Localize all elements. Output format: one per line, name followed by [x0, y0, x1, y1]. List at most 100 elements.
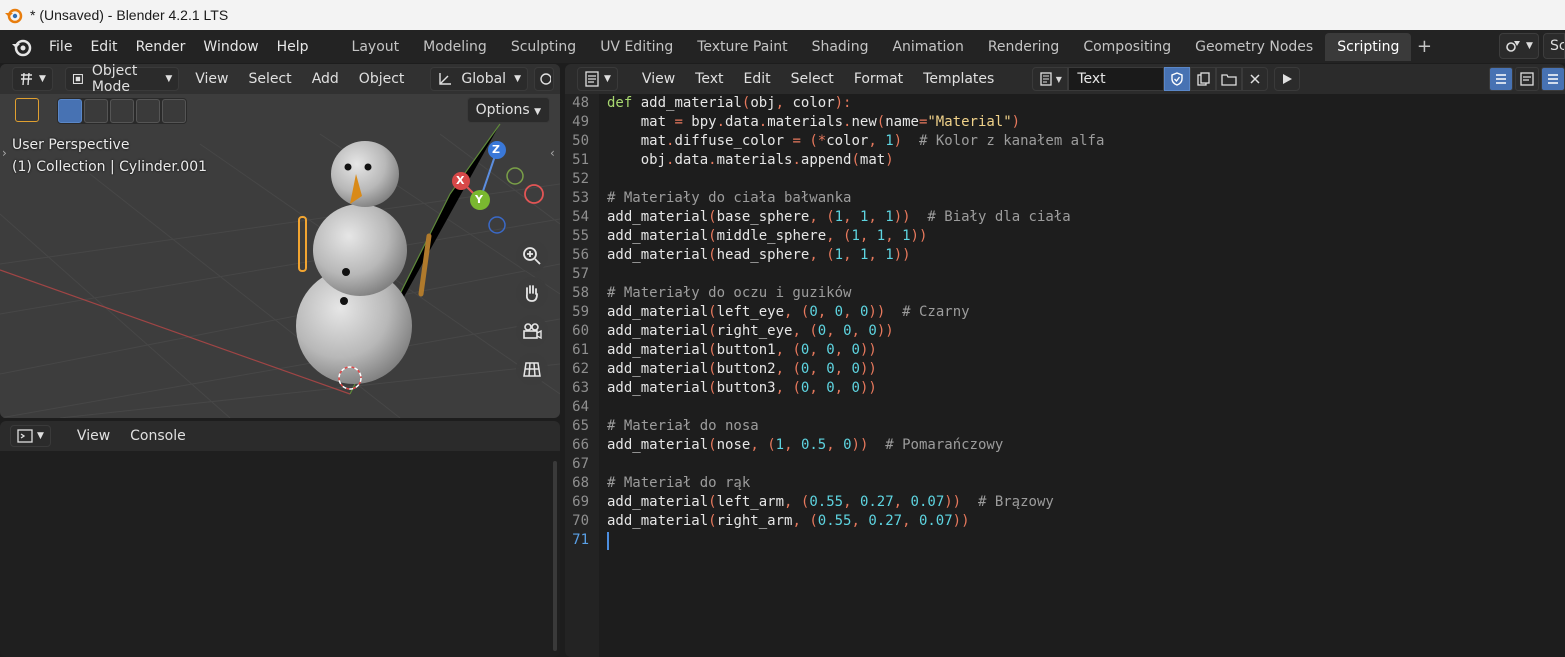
open-folder-icon[interactable] — [1216, 67, 1243, 91]
add-workspace-icon[interactable]: + — [1411, 36, 1437, 57]
select-box-tool-icon[interactable] — [15, 98, 39, 122]
menu-window[interactable]: Window — [194, 33, 267, 61]
code-token: . — [758, 114, 768, 130]
code-line[interactable]: # Materiał do rąk — [607, 474, 750, 493]
console-menu-view[interactable]: View — [67, 428, 120, 444]
tab-modeling[interactable]: Modeling — [411, 33, 499, 61]
select-invert-icon[interactable] — [136, 99, 160, 123]
run-script-icon[interactable] — [1274, 67, 1301, 91]
code-line[interactable]: add_material(left_arm, (0.55, 0.27, 0.07… — [607, 493, 1054, 512]
select-extend-icon[interactable] — [84, 99, 108, 123]
code-line[interactable]: def add_material(obj, color): — [607, 94, 851, 113]
code-token: ( — [851, 152, 860, 168]
new-text-icon[interactable] — [1190, 67, 1217, 91]
editor-menu-edit[interactable]: Edit — [733, 71, 780, 87]
object-mode-dropdown[interactable]: Object Mode ▼ — [64, 64, 180, 95]
options-dropdown[interactable]: Options ▼ — [466, 97, 550, 123]
code-line[interactable]: add_material(nose, (1, 0.5, 0)) # Pomara… — [607, 436, 1003, 455]
text-browse-button[interactable]: ▼ — [1032, 67, 1069, 91]
word-wrap-toggle-icon[interactable] — [1515, 67, 1539, 91]
3d-viewport[interactable]: Z X Y ▼ Object Mode ▼ View Select Add Ob… — [0, 64, 560, 418]
object-mode-label: Object Mode — [91, 64, 138, 95]
console-editor-type-button[interactable]: ▼ — [10, 425, 51, 447]
select-intersect-icon[interactable] — [162, 99, 186, 123]
text-name-field[interactable]: Text — [1068, 67, 1165, 91]
toolbar-expand-icon[interactable]: › — [2, 146, 7, 160]
python-console[interactable]: ▼ View Console — [0, 421, 560, 657]
tab-shading[interactable]: Shading — [800, 33, 881, 61]
code-line[interactable]: add_material(button3, (0, 0, 0)) — [607, 379, 877, 398]
scene-name-field[interactable]: Sc — [1543, 33, 1565, 59]
console-scrollbar[interactable] — [553, 461, 557, 651]
pan-hand-icon[interactable] — [516, 277, 548, 309]
editor-menu-format[interactable]: Format — [844, 71, 913, 87]
code-token: 0.27 — [859, 494, 894, 510]
blender-logo-icon[interactable] — [10, 35, 34, 59]
code-token: , — [834, 380, 844, 396]
code-line[interactable]: # Materiały do oczu i guzików — [607, 284, 851, 303]
scene-browse-button[interactable]: ▼ — [1499, 33, 1539, 59]
snowman-model[interactable] — [296, 141, 432, 390]
code-line[interactable]: add_material(head_sphere, (1, 1, 1)) — [607, 246, 911, 265]
code-line[interactable]: add_material(button2, (0, 0, 0)) — [607, 360, 877, 379]
editor-menu-text[interactable]: Text — [685, 71, 733, 87]
code-line[interactable]: mat = bpy.data.materials.new(name="Mater… — [607, 113, 1020, 132]
code-token: , — [902, 513, 911, 529]
menu-help[interactable]: Help — [268, 33, 318, 61]
code-line[interactable]: add_material(button1, (0, 0, 0)) — [607, 341, 877, 360]
code-token: 0 — [826, 380, 835, 396]
code-line[interactable]: add_material(middle_sphere, (1, 1, 1)) — [607, 227, 927, 246]
pivot-button[interactable] — [534, 67, 554, 91]
console-menu-console[interactable]: Console — [120, 428, 196, 444]
sidebar-expand-icon[interactable]: ‹ — [550, 146, 555, 160]
tab-geometry-nodes[interactable]: Geometry Nodes — [1183, 33, 1325, 61]
zoom-icon[interactable] — [516, 240, 548, 272]
code-line[interactable]: add_material(base_sphere, (1, 1, 1)) # B… — [607, 208, 1071, 227]
tab-uv-editing[interactable]: UV Editing — [588, 33, 685, 61]
code-line[interactable]: # Materiał do nosa — [607, 417, 759, 436]
transform-orientation-dropdown[interactable]: Global ▼ — [430, 67, 528, 91]
syntax-highlight-toggle-icon[interactable] — [1541, 67, 1565, 91]
menu-render[interactable]: Render — [127, 33, 195, 61]
menu-file[interactable]: File — [40, 33, 81, 61]
code-line[interactable]: add_material(right_eye, (0, 0, 0)) — [607, 322, 894, 341]
code-token: ( — [809, 513, 818, 529]
code-token: , — [809, 247, 818, 263]
tab-layout[interactable]: Layout — [340, 33, 412, 61]
tab-texture-paint[interactable]: Texture Paint — [685, 33, 799, 61]
text-editor[interactable]: ▼ View Text Edit Select Format Templates… — [565, 64, 1565, 657]
line-numbers-toggle-icon[interactable] — [1489, 67, 1513, 91]
viewport-menu-add[interactable]: Add — [302, 71, 349, 87]
tab-animation[interactable]: Animation — [880, 33, 975, 61]
tab-compositing[interactable]: Compositing — [1071, 33, 1183, 61]
code-token: = — [792, 133, 801, 149]
code-token: data — [725, 114, 759, 130]
viewport-menu-view[interactable]: View — [185, 71, 238, 87]
select-new-icon[interactable] — [58, 99, 82, 123]
orthographic-grid-icon[interactable] — [516, 353, 548, 385]
unlink-close-icon[interactable] — [1242, 67, 1269, 91]
menu-edit[interactable]: Edit — [81, 33, 126, 61]
code-token: ( — [876, 114, 886, 130]
code-line[interactable]: obj.data.materials.append(mat) — [607, 151, 894, 170]
tab-sculpting[interactable]: Sculpting — [499, 33, 588, 61]
editor-menu-view[interactable]: View — [632, 71, 685, 87]
viewport-menu-object[interactable]: Object — [349, 71, 415, 87]
code-line[interactable]: add_material(right_arm, (0.55, 0.27, 0.0… — [607, 512, 970, 531]
tab-rendering[interactable]: Rendering — [976, 33, 1072, 61]
viewport-menu-select[interactable]: Select — [238, 71, 301, 87]
editor-type-button[interactable]: ▼ — [12, 67, 53, 91]
code-line[interactable]: add_material(left_eye, (0, 0, 0)) # Czar… — [607, 303, 970, 322]
text-editor-type-button[interactable]: ▼ — [577, 67, 618, 91]
editor-menu-templates[interactable]: Templates — [913, 71, 1004, 87]
gizmo-x-label: X — [456, 174, 465, 187]
fake-user-shield-icon[interactable] — [1164, 67, 1191, 91]
camera-view-icon[interactable] — [516, 315, 548, 347]
code-token: add_material — [607, 209, 709, 225]
code-line[interactable]: mat.diffuse_color = (*color, 1) # Kolor … — [607, 132, 1105, 151]
select-subtract-icon[interactable] — [110, 99, 134, 123]
tab-scripting[interactable]: Scripting — [1325, 32, 1412, 61]
editor-menu-select[interactable]: Select — [781, 71, 844, 87]
code-token: ) — [1011, 114, 1021, 130]
code-line[interactable]: # Materiały do ciała bałwanka — [607, 189, 851, 208]
